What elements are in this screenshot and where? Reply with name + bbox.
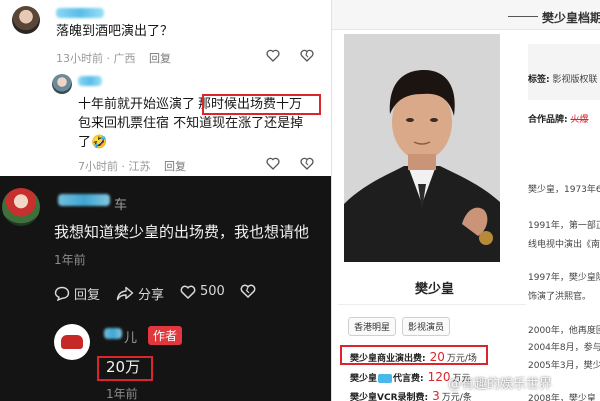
fee-unit: 万元/条 [441,393,472,401]
portrait-image [344,34,500,262]
fee-value: 3 [432,389,440,401]
watermark-text: @有趣的娱乐世界 [448,377,553,392]
celebrity-profile-page: 樊少皇档期 樊少皇 香港明星 影视演员 樊少皇商业演出费: 20 万元/场 樊少… [331,0,600,401]
comment-location-separator: · [106,52,114,65]
bio-line: 饰演了洪熙官。 [528,292,592,302]
comment-time: 1年前 [54,253,86,267]
comment-time: 7小时前 [78,160,118,173]
partner-row: 合作品牌: 火爆 [528,112,589,125]
reply-button[interactable]: 回复 [54,284,100,303]
red-highlight-box [97,356,153,381]
tag-value: 影视版权联 [552,75,598,85]
share-button[interactable]: 分享 [116,284,164,303]
comment-meta: 13小时前 · 广西 回复 [56,50,171,66]
username-suffix: 车 [114,198,128,213]
user-avatar[interactable] [2,188,40,226]
username-suffix: 儿 [124,331,138,346]
comment-text-part: 了 [78,135,92,150]
heart-icon [180,285,196,299]
heart-icon[interactable] [266,157,280,173]
comment-thread-dark: 车 我想知道樊少皇的出场费，我也想请他 1年前 回复 分享 500 儿 作者 2… [0,176,331,401]
reply-label: 回复 [74,288,101,303]
comment-location-separator: · [121,160,129,173]
user-avatar[interactable] [12,6,40,34]
divider [338,304,526,305]
like-button[interactable]: 500 [180,284,225,299]
tag-chip[interactable]: 香港明星 [348,317,397,336]
author-badge: 作者 [148,326,183,345]
tag-label: 标签: [528,75,550,85]
reply-link[interactable]: 回复 [149,52,171,65]
tag-chip[interactable]: 影视演员 [402,317,451,336]
author-logo-mark [61,335,83,349]
comment-thread-light: 落魄到酒吧演出了？ 13小时前 · 广西 回复 十年前就开始巡演了 那时候出场费十… [0,0,331,176]
red-highlight-box [340,345,488,365]
dislike-button[interactable] [240,284,256,298]
comment-time: 1年前 [106,387,138,401]
title-rule [508,16,538,17]
heart-icon[interactable] [266,49,280,65]
fee-label: 樊少皇 [350,374,378,384]
partner-value: 火爆 [570,115,589,125]
comment-meta: 7小时前 · 江苏 回复 [78,158,186,174]
reply-user-avatar[interactable] [52,74,72,94]
comment-text-line2: 包来回机票住宿 不知道现在涨了还是掉 [78,116,304,131]
share-label: 分享 [138,288,165,303]
username-redacted [58,194,110,206]
share-arrow-icon [116,286,134,301]
page-title: 樊少皇档期 [542,11,600,25]
comment-text: 我想知道樊少皇的出场费，我也想请他 [54,223,310,241]
comment-time: 13小时前 [56,52,103,65]
bio-line: 2000年，他再度回 [528,326,600,336]
bio-line: 线电视中演出《南 [528,240,600,250]
fee-label: 樊少皇VCR录制费: [350,393,429,401]
tag-row: 标签: 影视版权联 [528,72,598,85]
bio-line: 1997年，樊少皇除 [528,273,600,283]
comment-text-line3: 了🤣 [78,134,107,151]
dislike-icon [240,284,256,298]
bio-line: 2008年，樊少皇 [528,394,596,401]
username-redacted [56,8,104,18]
comment-bubble-icon [54,286,70,301]
username-redacted [78,76,102,86]
comment-text: 落魄到酒吧演出了？ [56,24,174,39]
celebrity-name: 樊少皇 [415,282,455,297]
partner-label: 合作品牌: [528,115,568,125]
bio-line: 樊少皇，1973年6月 [528,185,600,195]
comment-location: 广西 [113,52,136,65]
like-count: 500 [200,284,225,299]
bio-line: 1991年，第一部正 [528,221,600,231]
author-avatar[interactable] [54,324,90,360]
bio-line: 2005年3月，樊少 [528,361,600,371]
comment-text-part: 十年前就开始巡演了 [78,97,196,112]
dislike-icon[interactable] [300,49,314,65]
laughing-emoji: 🤣 [91,135,108,150]
comment-location: 江苏 [128,160,151,173]
redaction-mark [378,374,393,383]
red-highlight-box [202,94,321,115]
username-redacted [104,328,122,339]
dislike-icon[interactable] [300,157,314,173]
screenshot-collage: 落魄到酒吧演出了？ 13小时前 · 广西 回复 十年前就开始巡演了 那时候出场费十… [0,0,600,401]
bio-line: 2004年8月，参与 [528,343,600,353]
fee-label-suffix: 代言费: [393,374,424,384]
reply-link[interactable]: 回复 [164,160,186,173]
celebrity-photo [344,34,500,262]
profile-card: 樊少皇 香港明星 影视演员 樊少皇商业演出费: 20 万元/场 樊少皇 代言费: 120… [338,32,526,401]
